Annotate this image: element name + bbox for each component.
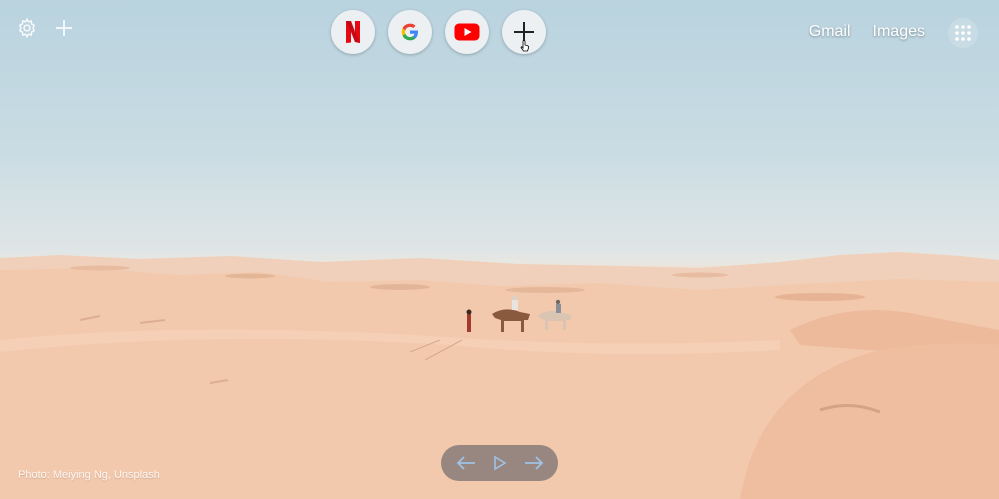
previous-button[interactable] <box>453 450 479 476</box>
youtube-icon <box>454 23 480 41</box>
apps-button[interactable] <box>948 18 978 48</box>
netflix-icon <box>346 21 360 43</box>
google-icon <box>401 23 418 41</box>
add-shortcut-button[interactable] <box>502 10 546 54</box>
media-controls <box>441 445 558 481</box>
shortcut-google[interactable] <box>388 10 432 54</box>
top-links: Gmail Images <box>809 23 925 41</box>
gmail-link[interactable]: Gmail <box>809 23 851 41</box>
play-icon <box>493 455 507 471</box>
new-tab-page: Gmail Images Photo: Meiying Ng, Unsplash <box>0 0 999 499</box>
settings-button[interactable] <box>13 14 41 42</box>
desert-wallpaper <box>0 252 999 499</box>
shortcut-netflix[interactable] <box>331 10 375 54</box>
apps-grid-icon <box>955 25 971 41</box>
play-button[interactable] <box>487 450 513 476</box>
shortcut-bar <box>331 10 546 54</box>
arrow-right-icon <box>524 456 543 470</box>
gear-icon <box>18 17 36 39</box>
arrow-left-icon <box>456 456 475 470</box>
images-link[interactable]: Images <box>873 23 925 41</box>
next-button[interactable] <box>521 450 547 476</box>
add-button[interactable] <box>50 14 78 42</box>
shortcut-youtube[interactable] <box>445 10 489 54</box>
plus-icon <box>56 20 72 36</box>
hand-cursor-icon <box>520 40 529 52</box>
photo-credit: Photo: Meiying Ng, Unsplash <box>18 469 160 481</box>
